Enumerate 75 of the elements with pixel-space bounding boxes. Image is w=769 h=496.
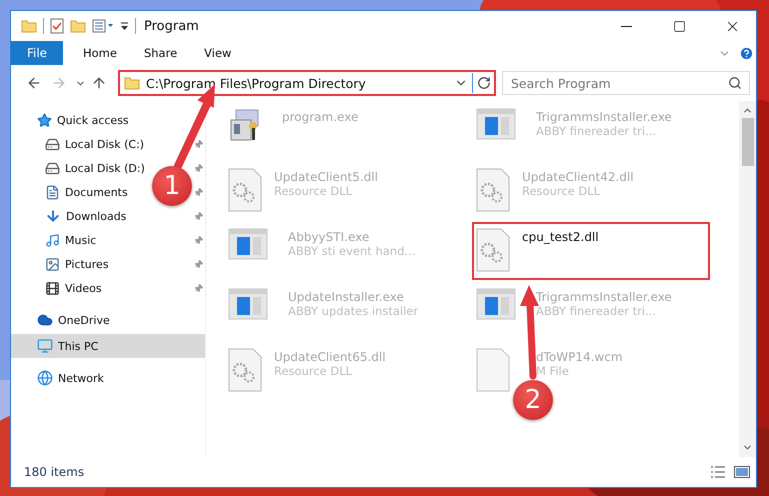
- pin-icon[interactable]: [192, 186, 205, 198]
- details-view-icon[interactable]: [710, 466, 726, 478]
- drive-icon: [45, 136, 60, 152]
- help-icon: [739, 46, 754, 60]
- maximize-icon: [673, 20, 686, 32]
- file-description: Resource DLL: [274, 364, 354, 378]
- forward-icon: [51, 75, 67, 91]
- window-title: Program: [144, 18, 200, 34]
- pin-icon[interactable]: [192, 282, 205, 294]
- scrollbar[interactable]: [739, 101, 756, 457]
- sidebar-item[interactable]: Local Disk (C:): [11, 132, 150, 156]
- sidebar-item[interactable]: Quick access: [11, 108, 135, 132]
- cloud-icon: [37, 312, 53, 328]
- file-description: Resource DLL: [522, 184, 602, 198]
- sidebar-item[interactable]: Videos: [11, 276, 108, 300]
- pin-icon[interactable]: [192, 162, 205, 174]
- large-icons-view-icon[interactable]: [734, 466, 750, 478]
- scrollbar-thumb[interactable]: [742, 118, 754, 166]
- sidebar-item[interactable]: Documents: [11, 180, 134, 204]
- application-icon: [228, 288, 268, 320]
- back-icon: [26, 75, 42, 91]
- pin-icon[interactable]: [192, 234, 205, 246]
- pin-icon[interactable]: [192, 258, 205, 270]
- file-menu-tab[interactable]: File: [11, 41, 63, 65]
- music-note-icon: [45, 232, 60, 248]
- application-icon: [476, 108, 516, 140]
- search-field[interactable]: Search Program: [502, 71, 750, 95]
- pin-icon[interactable]: [192, 210, 205, 222]
- file-description: ABBY finereader tri...: [536, 304, 658, 318]
- network-icon: [37, 370, 53, 386]
- folder-icon[interactable]: [70, 19, 86, 33]
- file-description: ABBY sti event hand...: [288, 244, 416, 258]
- pin-icon[interactable]: [192, 138, 205, 150]
- drive-icon: [45, 160, 60, 176]
- ribbon-tab[interactable]: View: [195, 41, 240, 65]
- sidebar-item[interactable]: Pictures: [11, 252, 115, 276]
- download-icon: [45, 208, 61, 224]
- file-description: ABBY updates installer: [288, 304, 418, 318]
- back-button[interactable]: [26, 75, 42, 91]
- gear-file-icon: [476, 168, 510, 212]
- dropdown-icon[interactable]: [120, 21, 129, 31]
- file-description: ABBY finereader tri...: [536, 124, 658, 138]
- up-button[interactable]: [91, 75, 107, 91]
- refresh-icon[interactable]: [477, 76, 491, 90]
- properties-icon[interactable]: [92, 18, 114, 34]
- file-description: Resource DLL: [274, 184, 354, 198]
- gear-file-icon: [476, 228, 510, 272]
- sidebar-item[interactable]: Music: [11, 228, 102, 252]
- sidebar-item[interactable]: This PC: [11, 334, 205, 358]
- ribbon-tab[interactable]: Share: [134, 41, 186, 65]
- application-icon: [228, 228, 268, 260]
- folder-icon: [124, 76, 140, 90]
- film-icon: [45, 280, 60, 296]
- ribbon-tab[interactable]: Home: [74, 41, 126, 65]
- file-description: M File: [536, 364, 570, 378]
- search-icon: [728, 76, 742, 90]
- monitor-icon: [37, 338, 53, 354]
- sidebar-item[interactable]: Local Disk (D:): [11, 156, 151, 180]
- address-field[interactable]: C:\Program Files\Program Directory: [118, 70, 496, 96]
- forward-button[interactable]: [51, 75, 67, 91]
- file-name[interactable]: cpu_test2.dll: [522, 230, 599, 244]
- checklist-icon[interactable]: [50, 18, 64, 34]
- sidebar-item[interactable]: Network: [11, 366, 110, 390]
- file-icon: [476, 348, 510, 392]
- application-icon: [476, 288, 516, 320]
- sidebar-item[interactable]: OneDrive: [11, 308, 116, 332]
- star-icon: [37, 112, 52, 128]
- up-icon: [91, 75, 107, 91]
- sidebar-item[interactable]: Downloads: [11, 204, 132, 228]
- folder-icon[interactable]: [21, 19, 37, 33]
- picture-icon: [45, 256, 60, 272]
- gear-file-icon: [228, 348, 262, 392]
- document-icon: [45, 184, 60, 200]
- gear-file-icon: [228, 168, 262, 212]
- item-count: 180 items: [24, 465, 86, 479]
